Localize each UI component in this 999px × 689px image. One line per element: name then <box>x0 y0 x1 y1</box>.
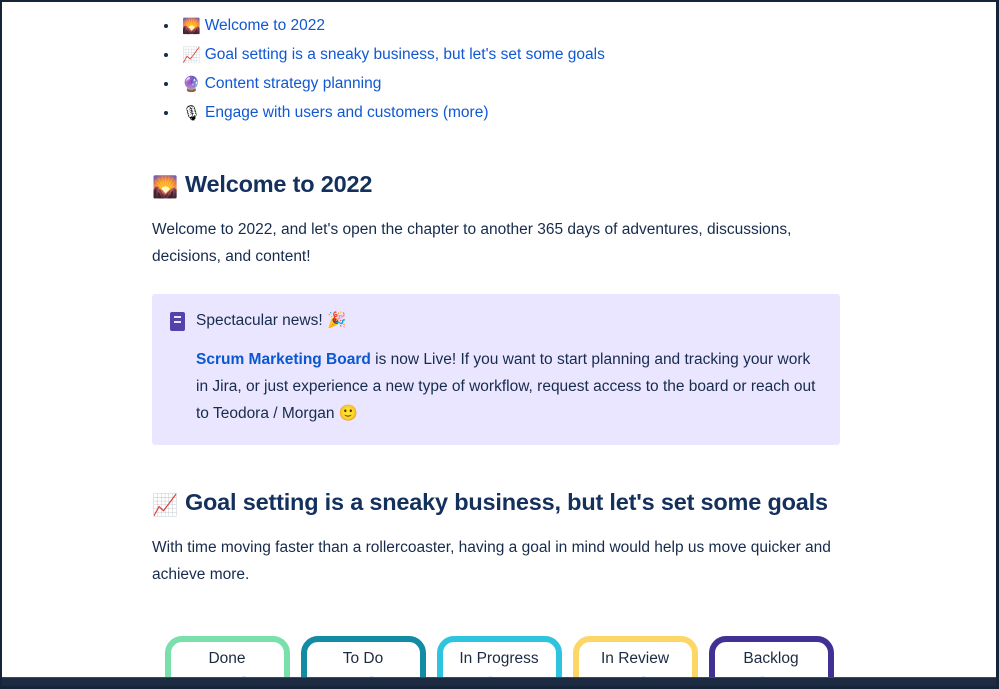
status-card-label: Backlog <box>743 650 799 667</box>
goals-heading: 📈 Goal setting is a sneaky business, but … <box>152 488 846 520</box>
info-panel-title: Spectacular news! 🎉 <box>196 310 346 332</box>
toc-link[interactable]: Content strategy planning <box>205 75 382 92</box>
toc-item: 📈 Goal setting is a sneaky business, but … <box>152 45 846 66</box>
screenshot-root: 🌄 Welcome to 2022 📈 Goal setting is a sneak… <box>0 0 999 689</box>
welcome-heading-text: Welcome to 2022 <box>184 171 373 197</box>
toc-item: 🔮 Content strategy planning <box>152 74 846 95</box>
chart-increasing-emoji: 📈 <box>182 47 201 64</box>
toc-link[interactable]: Engage with users and customers (more) <box>205 104 488 121</box>
goals-paragraph: With time moving faster than a rollercoa… <box>152 539 831 583</box>
chart-increasing-emoji: 📈 <box>152 494 178 517</box>
status-card-label: To Do <box>342 650 384 667</box>
page-content: 🌄 Welcome to 2022 📈 Goal setting is a sneak… <box>2 2 996 678</box>
toc-link[interactable]: Welcome to 2022 <box>205 17 325 34</box>
toc-item: 🎙 Engage with users and customers (more) <box>152 103 846 124</box>
crystal-ball-emoji: 🔮 <box>182 76 201 93</box>
window-bottom-bar <box>2 677 996 686</box>
goals-heading-text: Goal setting is a sneaky business, but l… <box>184 489 828 515</box>
status-card[interactable]: In Review131.8% <box>572 636 698 678</box>
table-of-contents: 🌄 Welcome to 2022 📈 Goal setting is a sneak… <box>152 2 846 124</box>
welcome-heading: 🌄 Welcome to 2022 <box>152 170 846 202</box>
note-panel-icon <box>170 312 185 331</box>
status-card-label: Done <box>208 650 246 667</box>
status-card[interactable]: Done54075.5% <box>164 636 290 678</box>
sunrise-emoji: 🌄 <box>182 18 201 35</box>
toc-item: 🌄 Welcome to 2022 <box>152 16 846 37</box>
welcome-paragraph: Welcome to 2022, and let's open the chap… <box>152 221 792 265</box>
status-card-label: In Progress <box>459 650 539 667</box>
status-card[interactable]: In Progress273.8% <box>436 636 562 678</box>
scrum-marketing-board-link[interactable]: Scrum Marketing Board <box>196 351 371 368</box>
status-card-label: In Review <box>600 650 670 667</box>
info-panel: Spectacular news! 🎉 Scrum Marketing Boar… <box>152 294 840 445</box>
info-panel-body: Scrum Marketing Board is now Live! If yo… <box>196 346 822 427</box>
microphone-emoji: 🎙 <box>182 105 202 122</box>
status-chart: Done54075.5%To Do507%In Progress273.8%In… <box>152 636 846 678</box>
content-column: 🌄 Welcome to 2022 📈 Goal setting is a sneak… <box>2 2 996 678</box>
status-card[interactable]: Backlog8511.9% <box>708 636 834 678</box>
toc-link[interactable]: Goal setting is a sneaky business, but l… <box>205 46 605 63</box>
party-popper-emoji: 🎉 <box>326 312 347 329</box>
info-panel-title-text: Spectacular news! <box>196 312 323 329</box>
sunrise-emoji: 🌄 <box>152 176 178 199</box>
info-panel-header: Spectacular news! 🎉 <box>170 310 822 332</box>
slightly-smiling-face-emoji: 🙂 <box>338 405 359 422</box>
status-card[interactable]: To Do507% <box>300 636 426 678</box>
